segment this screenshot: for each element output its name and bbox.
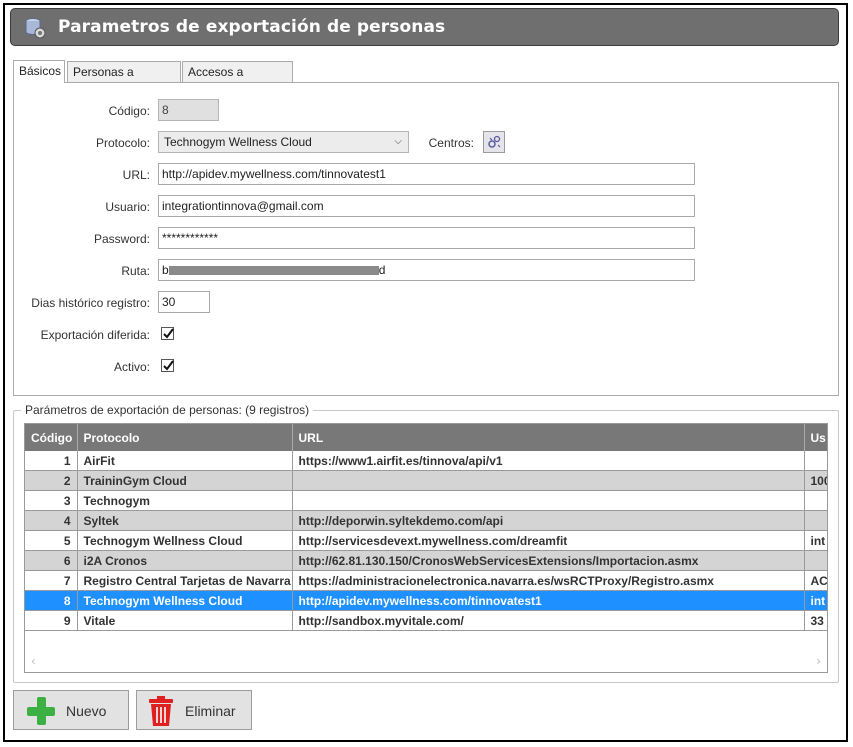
cell-protocolo: TraininGym Cloud <box>77 470 293 491</box>
column-header-url[interactable]: URL <box>292 424 805 451</box>
tab-accesos-a-exportar[interactable]: Accesos a exportar <box>182 61 293 100</box>
cell-usuario: 33 <box>804 610 827 631</box>
cell-protocolo: Registro Central Tarjetas de Navarra <box>77 570 293 591</box>
cell-url <box>292 470 805 491</box>
dias-label: Dias histórico registro: <box>31 296 150 310</box>
records-grid[interactable]: Código Protocolo URL Us 1 AirFit https://w… <box>24 423 828 673</box>
cell-codigo: 4 <box>25 510 78 531</box>
eliminar-button[interactable]: Eliminar <box>136 690 252 730</box>
checkmark-icon <box>163 328 174 339</box>
cell-codigo: 9 <box>25 610 78 631</box>
codigo-label: Código: <box>108 104 150 118</box>
activo-label: Activo: <box>113 360 150 374</box>
centros-settings-button[interactable] <box>483 131 505 153</box>
table-row[interactable]: 2TraininGym Cloud 100 <box>25 470 827 491</box>
cell-url: http://62.81.130.150/CronosWebServicesEx… <box>292 550 805 571</box>
scroll-right-icon[interactable]: › <box>816 654 821 668</box>
plus-icon <box>27 697 55 725</box>
cell-protocolo: AirFit <box>77 451 293 471</box>
checkmark-icon <box>163 360 174 371</box>
password-label: Password: <box>93 232 150 246</box>
cell-url: https://administracionelectronica.navarr… <box>292 570 805 591</box>
table-row[interactable]: 3 Technogym <box>25 490 827 511</box>
protocolo-select[interactable]: Technogym Wellness Cloud ⌵ <box>158 131 409 153</box>
usuario-label: Usuario: <box>105 200 150 214</box>
cell-codigo: 7 <box>25 570 78 591</box>
title-bar: Parametros de exportación de personas <box>10 8 839 46</box>
cell-protocolo: Vitale <box>77 610 293 631</box>
url-field[interactable]: http://apidev.mywellness.com/tinnovatest… <box>158 163 695 185</box>
activo-checkbox[interactable] <box>161 359 174 372</box>
nuevo-label: Nuevo <box>66 703 107 719</box>
column-header-protocolo[interactable]: Protocolo <box>77 424 293 451</box>
cell-usuario <box>804 490 827 511</box>
cell-usuario: AC <box>804 570 827 591</box>
table-row[interactable]: 5 Technogym Wellness Cloud http://services… <box>25 530 827 551</box>
column-header-usuario[interactable]: Us <box>804 424 827 451</box>
horizontal-scrollbar[interactable]: ‹ › <box>26 653 826 671</box>
dias-field[interactable]: 30 <box>158 291 210 313</box>
table-row[interactable]: 6 i2A Cronos http://62.81.130.150/CronosWe… <box>25 550 827 571</box>
cell-url: http://servicesdevext.mywellness.com/dre… <box>292 530 805 551</box>
cell-codigo: 1 <box>25 451 78 471</box>
eliminar-label: Eliminar <box>185 703 236 719</box>
cell-protocolo: Syltek <box>77 510 293 531</box>
diferida-checkbox[interactable] <box>161 327 174 340</box>
grid-header: Código Protocolo URL Us <box>25 424 827 451</box>
cell-url: http://deporwin.syltekdemo.com/api <box>292 510 805 531</box>
cell-protocolo: i2A Cronos <box>77 550 293 571</box>
protocolo-value: Technogym Wellness Cloud <box>164 135 312 149</box>
table-row[interactable]: 8 Technogym Wellness Cloud http://apidev.m… <box>25 590 827 611</box>
cell-codigo: 6 <box>25 550 78 571</box>
cell-url: https://www1.airfit.es/tinnova/api/v1 <box>292 451 805 471</box>
cell-protocolo: Technogym Wellness Cloud <box>77 530 293 551</box>
cell-protocolo: Technogym Wellness Cloud <box>77 590 293 611</box>
cell-usuario <box>804 451 827 471</box>
cell-usuario <box>804 510 827 531</box>
scroll-left-icon[interactable]: ‹ <box>31 654 36 668</box>
cell-usuario: int <box>804 590 827 611</box>
cell-usuario <box>804 550 827 571</box>
cell-codigo: 5 <box>25 530 78 551</box>
chevron-down-icon: ⌵ <box>394 136 402 147</box>
tab-personas-a-exportar[interactable]: Personas a exportar <box>67 61 181 100</box>
cell-codigo: 2 <box>25 470 78 491</box>
column-header-codigo[interactable]: Código <box>25 424 78 451</box>
table-row[interactable]: 1 AirFit https://www1.airfit.es/tinnova/ap… <box>25 451 827 471</box>
cell-usuario: int <box>804 530 827 551</box>
tab-basicos[interactable]: Básicos <box>13 60 65 83</box>
ruta-redacted <box>168 266 379 276</box>
trash-icon <box>149 696 173 726</box>
ruta-label: Ruta: <box>121 264 150 278</box>
password-field[interactable]: ************ <box>158 227 695 249</box>
window-title: Parametros de exportación de personas <box>58 17 446 37</box>
diferida-label: Exportación diferida: <box>40 328 150 342</box>
settings-icon <box>488 135 501 148</box>
nuevo-button[interactable]: Nuevo <box>13 690 129 730</box>
cell-usuario: 100 <box>804 470 827 491</box>
cell-url <box>292 490 805 511</box>
table-row[interactable]: 7 Registro Central Tarjetas de Navarra htt… <box>25 570 827 591</box>
url-label: URL: <box>122 168 150 182</box>
cell-codigo: 3 <box>25 490 78 511</box>
ruta-value-end: d <box>378 263 386 277</box>
cell-codigo: 8 <box>25 590 78 611</box>
ruta-field[interactable]: bd <box>158 259 695 281</box>
records-group-title: Parámetros de exportación de personas: (… <box>21 403 314 417</box>
centros-label: Centros: <box>428 136 474 150</box>
codigo-field[interactable]: 8 <box>158 99 219 121</box>
database-settings-icon <box>25 18 46 39</box>
table-row[interactable]: 9 Vitale http://sandbox.myvitale.com/33 <box>25 610 827 631</box>
ruta-value-start: b <box>162 263 169 277</box>
cell-url: http://apidev.mywellness.com/tinnovatest… <box>292 590 805 611</box>
table-row[interactable]: 4 Syltek http://deporwin.syltekdemo.com/ap… <box>25 510 827 531</box>
cell-url: http://sandbox.myvitale.com/ <box>292 610 805 631</box>
usuario-field[interactable]: integrationtinnova@gmail.com <box>158 195 695 217</box>
protocolo-label: Protocolo: <box>95 136 150 150</box>
cell-protocolo: Technogym <box>77 490 293 511</box>
